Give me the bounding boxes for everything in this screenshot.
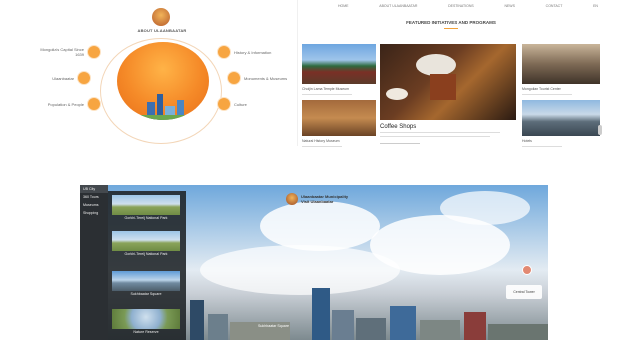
building <box>464 312 486 340</box>
building <box>390 306 416 340</box>
thumbnail-caption: Nature Reserve <box>133 330 159 334</box>
feature-item[interactable]: History & Information <box>218 46 280 58</box>
building <box>356 318 386 340</box>
heading-underline <box>444 28 458 29</box>
nav-item[interactable]: ABOUT ULAANBAATAR <box>379 4 417 8</box>
about-title: ABOUT ULAANBAATAR <box>137 28 187 33</box>
card-caption[interactable]: Mongolian Tourist Center <box>522 87 561 91</box>
card-caption[interactable]: Choijin Lama Temple Museum <box>302 87 349 91</box>
thumbnail-image <box>112 195 180 215</box>
building <box>332 310 354 340</box>
feature-item[interactable]: Mongolia's Capital Since 1639 <box>38 46 100 58</box>
nav-item[interactable]: DESTINATIONS <box>448 4 474 8</box>
card-meta <box>380 143 420 144</box>
location-label: Sukhbaatar Square <box>258 324 289 328</box>
thumbnail-image <box>112 231 180 251</box>
feature-item[interactable]: Ulaanbaatar <box>28 72 90 84</box>
feature-item[interactable]: Culture <box>218 98 280 110</box>
feature-label: Mongolia's Capital Since 1639 <box>40 47 84 57</box>
nav-item[interactable]: CONTACT <box>546 4 563 8</box>
nav-item[interactable]: EN <box>593 4 598 8</box>
tab-museums[interactable]: Museums <box>80 201 108 209</box>
nav-item[interactable]: HOME <box>338 4 349 8</box>
coffee-grinder <box>430 74 456 100</box>
cloud <box>200 245 400 295</box>
central-tower <box>312 288 330 340</box>
scene-thumbnail[interactable]: Sukhbaatar Square <box>112 271 180 299</box>
city-illustration <box>117 42 209 120</box>
logo-text: Ulaanbaatar Municipality Visit Ulaanbaat… <box>301 194 348 204</box>
card-description <box>380 132 500 133</box>
card-meta <box>302 94 352 95</box>
card-image-coffee[interactable] <box>380 44 516 120</box>
featured-panel: HOME ABOUT ULAANBAATAR DESTINATIONS NEWS… <box>298 0 604 150</box>
building <box>208 314 228 340</box>
building <box>190 300 204 340</box>
scene-thumbnail[interactable]: Gorkhi-Terelj National Park <box>112 231 180 259</box>
feature-label: History & Information <box>234 49 272 55</box>
thumbnail-caption: Gorkhi-Terelj National Park <box>124 252 168 256</box>
tab-ub-city[interactable]: UB City <box>80 185 108 193</box>
building <box>488 324 548 340</box>
feature-label: Ulaanbaatar <box>52 75 74 81</box>
coffee-cup <box>416 54 456 76</box>
scene-thumbnail[interactable]: Gorkhi-Terelj National Park <box>112 195 180 223</box>
scene-thumbnail-list: Gorkhi-Terelj National Park Gorkhi-Terel… <box>108 191 186 340</box>
thumbnail-caption: Sukhbaatar Square <box>130 292 162 296</box>
feature-dot-icon <box>228 72 240 84</box>
hotspot-label[interactable]: Central Tower <box>506 285 542 299</box>
about-ulaanbaatar-panel: ABOUT ULAANBAATAR Mongolia's Capital Sin… <box>0 0 298 146</box>
feature-label: Monuments & Museums <box>244 75 288 81</box>
site-logo[interactable]: Ulaanbaatar Municipality Visit Ulaanbaat… <box>286 193 348 205</box>
feature-dot-icon <box>218 46 230 58</box>
card-image-interior[interactable] <box>522 44 600 84</box>
thumbnail-image <box>112 271 180 291</box>
card-caption[interactable]: Hotels <box>522 139 532 143</box>
category-sidebar: UB City 360 Tours Museums Shopping <box>80 185 108 340</box>
cloud <box>440 191 530 225</box>
card-caption-featured[interactable]: Coffee Shops <box>380 124 416 130</box>
card-caption[interactable]: Natural History Museum <box>302 139 340 143</box>
tab-shopping[interactable]: Shopping <box>80 209 108 217</box>
cloud <box>260 201 380 251</box>
feature-dot-icon <box>88 46 100 58</box>
city-crest-logo <box>152 8 170 26</box>
card-meta <box>522 146 562 147</box>
city-crest-logo <box>286 193 298 205</box>
feature-item[interactable]: Monuments & Museums <box>228 72 290 84</box>
top-nav: HOME ABOUT ULAANBAATAR DESTINATIONS NEWS… <box>338 4 598 8</box>
thumbnail-image <box>112 309 180 329</box>
feature-dot-icon <box>88 98 100 110</box>
card-image-museum[interactable] <box>302 100 376 136</box>
card-description <box>380 136 490 137</box>
scene-thumbnail[interactable]: Nature Reserve <box>112 309 180 337</box>
card-image-hotels[interactable] <box>522 100 600 136</box>
feature-label: Population & People <box>47 101 84 107</box>
ground <box>117 115 209 120</box>
card-meta <box>522 94 572 95</box>
feature-label: Culture <box>234 101 247 107</box>
feature-dot-icon <box>218 98 230 110</box>
coffee-cup <box>386 88 408 100</box>
hotspot-pin-icon[interactable] <box>522 265 532 275</box>
feature-dot-icon <box>78 72 90 84</box>
scrollbar[interactable] <box>598 125 602 135</box>
section-heading: FEATURED INITIATIVES AND PROGRAMS <box>406 20 496 25</box>
thumbnail-caption: Gorkhi-Terelj National Park <box>124 216 168 220</box>
feature-item[interactable]: Population & People <box>38 98 100 110</box>
logo-line: Visit Ulaanbaatar <box>301 199 334 204</box>
card-meta <box>302 146 342 147</box>
card-image-temple[interactable] <box>302 44 376 84</box>
tab-360-tours[interactable]: 360 Tours <box>80 193 108 201</box>
nav-item[interactable]: NEWS <box>504 4 515 8</box>
virtual-tour-panel: UB City 360 Tours Museums Shopping Gorkh… <box>80 185 548 340</box>
building <box>420 320 460 340</box>
